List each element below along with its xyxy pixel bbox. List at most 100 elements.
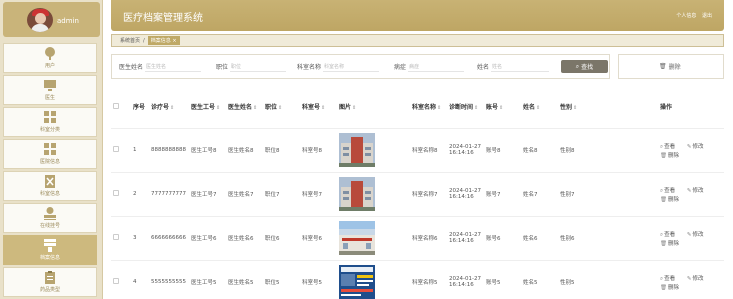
sidebar-item-dept-info[interactable]: 科室信息 (3, 171, 97, 201)
records-table: 序号 诊疗号⇕ 医生工号⇕ 医生姓名⇕ 职位⇕ 科室号⇕ 图片⇕ 科室名称⇕ 诊… (111, 86, 724, 299)
sidebar-item-registration[interactable]: 在线挂号 (3, 203, 97, 233)
cell-name: 姓名7 (521, 172, 558, 217)
sort-icon[interactable]: ⇕ (321, 105, 325, 111)
col-header-dept-no[interactable]: 科室号⇕ (300, 86, 337, 129)
col-label: 图片 (339, 104, 352, 112)
edit-button[interactable]: ✎修改 (687, 232, 709, 238)
sort-icon[interactable]: ⇕ (474, 105, 478, 111)
edit-button[interactable]: ✎修改 (687, 188, 709, 194)
monitor-icon (44, 80, 56, 91)
delete-button[interactable]: 🗑删除 (660, 197, 684, 203)
col-header-position[interactable]: 职位⇕ (263, 86, 300, 129)
view-button[interactable]: ⌕查看 (660, 144, 680, 150)
user-icon (45, 47, 55, 60)
col-header-account[interactable]: 账号⇕ (484, 86, 521, 129)
sort-icon[interactable]: ⇕ (170, 105, 174, 111)
sort-icon[interactable]: ⇕ (352, 105, 356, 111)
breadcrumb-current-tag[interactable]: 档案信息 × (147, 36, 180, 45)
cell-record-id: 7777777777 (149, 172, 189, 217)
position-input[interactable]: 职位 (230, 61, 287, 72)
edit-button[interactable]: ✎修改 (687, 144, 709, 150)
col-header-doc-no[interactable]: 医生工号⇕ (189, 86, 226, 129)
edit-button[interactable]: ✎修改 (687, 276, 709, 282)
delete-button[interactable]: 🗑删除 (660, 241, 684, 247)
search-button[interactable]: ⌕ 查找 (561, 60, 608, 73)
sidebar-user-panel: admin (3, 2, 100, 37)
sort-icon[interactable]: ⇕ (216, 105, 220, 111)
select-all-checkbox[interactable] (113, 102, 119, 109)
name-input[interactable]: 姓名 (491, 61, 550, 72)
col-header-gender[interactable]: 性别⇕ (558, 86, 658, 129)
grid-icon (44, 111, 56, 123)
col-header-time[interactable]: 诊断时间⇕ (447, 86, 484, 129)
select-all-header[interactable] (111, 86, 131, 129)
col-label: 医生工号 (191, 104, 216, 112)
delete-button[interactable]: 🗑删除 (660, 153, 684, 159)
sort-icon[interactable]: ⇕ (253, 105, 257, 111)
sidebar-item-doctors[interactable]: 医生 (3, 75, 97, 105)
sidebar-item-drug-type[interactable]: 药品类型 (3, 267, 97, 297)
admin-name: admin (57, 17, 79, 25)
sidebar-item-hospital-info[interactable]: 医院信息 (3, 139, 97, 169)
search-icon: ⌕ (660, 187, 664, 194)
col-header-picture[interactable]: 图片⇕ (337, 86, 410, 129)
cell-doc-no: 医生工号5 (189, 260, 226, 299)
cell-account: 账号6 (484, 216, 521, 261)
cell-gender: 性别5 (558, 260, 658, 299)
col-label: 性别 (560, 104, 573, 112)
sidebar-menu: 用户 医生 科室分类 医院信息 科室信息 在线挂号 档案信息 药品类型 (3, 43, 99, 299)
cell-position: 职位5 (263, 260, 300, 299)
hospital-building-image (339, 133, 375, 167)
sort-icon[interactable]: ⇕ (536, 105, 540, 111)
edit-icon: ✎ (686, 275, 692, 282)
row-checkbox[interactable] (113, 234, 119, 240)
cell-name: 姓名6 (521, 216, 558, 261)
sidebar-item-dept-category[interactable]: 科室分类 (3, 107, 97, 137)
trash-icon: 🗑 (660, 196, 667, 203)
view-label: 查看 (664, 275, 676, 282)
logout-link[interactable]: 退出 (702, 13, 712, 19)
breadcrumb-home[interactable]: 系统首页 (120, 37, 140, 44)
delete-button[interactable]: 🗑删除 (660, 285, 684, 291)
batch-action-panel: 🗑 删除 (618, 54, 724, 79)
dept-input[interactable]: 科室名称 (323, 61, 380, 72)
col-header-record-id[interactable]: 诊疗号⇕ (149, 86, 189, 129)
hospital-building-image (339, 177, 375, 211)
cell-actions: ⌕查看 ✎修改 🗑删除 (658, 216, 724, 261)
profile-link[interactable]: 个人信息 (676, 13, 696, 19)
col-header-dept-name[interactable]: 科室名称⇕ (410, 86, 447, 129)
view-button[interactable]: ⌕查看 (660, 276, 680, 282)
view-button[interactable]: ⌕查看 (660, 188, 680, 194)
search-button-label: 查找 (581, 64, 594, 71)
delete-label: 删除 (667, 240, 679, 247)
col-header-name[interactable]: 姓名⇕ (521, 86, 558, 129)
cell-dept-no: 科室号8 (300, 128, 337, 173)
cell-dept-name: 科室名称6 (410, 216, 447, 261)
cell-name: 姓名8 (521, 128, 558, 173)
cell-dept-name: 科室名称7 (410, 172, 447, 217)
view-button[interactable]: ⌕查看 (660, 232, 680, 238)
avatar (27, 8, 53, 32)
sort-icon[interactable]: ⇕ (573, 105, 577, 111)
batch-delete-button[interactable]: 🗑 删除 (659, 62, 681, 71)
cell-account: 账号5 (484, 260, 521, 299)
sidebar-item-users[interactable]: 用户 (3, 43, 97, 73)
doctor-name-input[interactable]: 医生姓名 (145, 61, 202, 72)
search-icon: ⌕ (660, 231, 664, 238)
sort-icon[interactable]: ⇕ (499, 105, 503, 111)
row-checkbox[interactable] (113, 190, 119, 196)
row-checkbox[interactable] (113, 278, 119, 284)
cell-time: 2024-01-27 16:14:16 (447, 172, 484, 217)
hospital-poster-image (339, 265, 375, 299)
disease-input[interactable]: 病症 (408, 61, 465, 72)
col-header-doc-name[interactable]: 医生姓名⇕ (226, 86, 263, 129)
search-panel: 医生姓名 医生姓名 职位 职位 科室名称 科室名称 病症 病症 姓名 姓名 ⌕ … (111, 54, 610, 79)
close-icon[interactable]: × (172, 38, 176, 44)
sort-icon[interactable]: ⇕ (437, 105, 441, 111)
form-icon (44, 239, 56, 252)
cell-name: 姓名5 (521, 260, 558, 299)
sort-icon[interactable]: ⇕ (278, 105, 282, 111)
sidebar-item-records[interactable]: 档案信息 (3, 235, 97, 265)
row-checkbox[interactable] (113, 146, 119, 152)
cell-dept-name: 科室名称5 (410, 260, 447, 299)
